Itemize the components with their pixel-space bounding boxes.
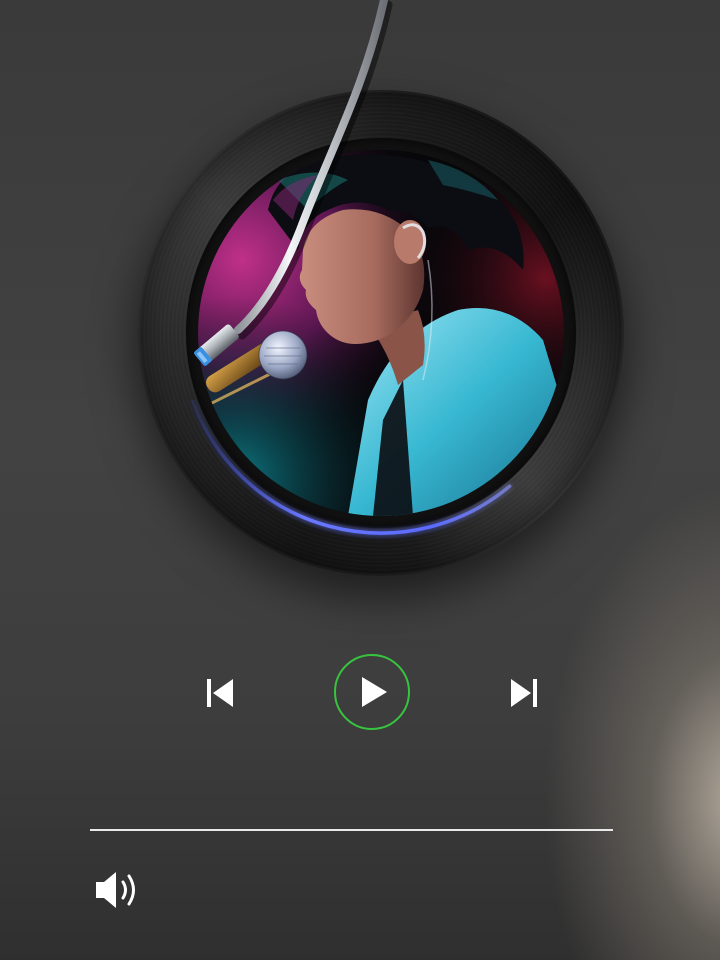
next-track-button[interactable]: [502, 670, 548, 716]
previous-track-button[interactable]: [196, 670, 242, 716]
playback-timeline[interactable]: [90, 829, 613, 831]
skip-next-icon: [511, 679, 537, 707]
play-icon: [362, 677, 387, 707]
skip-previous-icon: [207, 679, 233, 707]
volume-button[interactable]: [92, 868, 144, 912]
play-button[interactable]: [334, 654, 410, 730]
music-player-screen: [0, 0, 720, 960]
playback-controls: [0, 652, 720, 734]
volume-icon: [96, 872, 135, 908]
album-artwork: [198, 150, 564, 516]
